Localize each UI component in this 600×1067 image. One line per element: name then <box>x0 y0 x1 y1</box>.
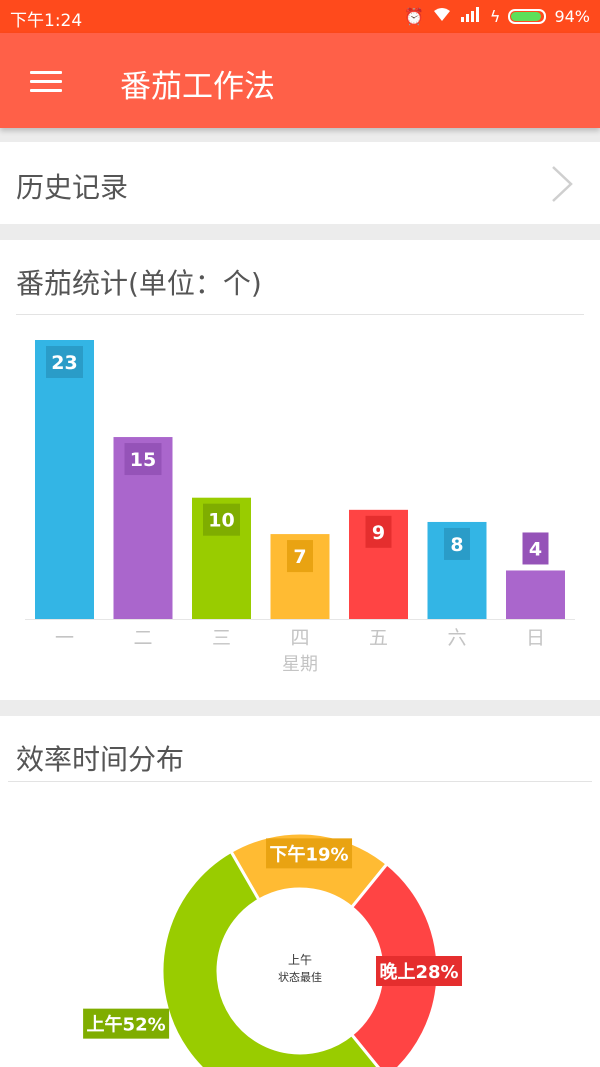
donut-label-1: 下午19% <box>269 843 348 865</box>
bar-value-label-5: 9 <box>372 522 385 544</box>
bar-value-label-7: 4 <box>529 538 542 560</box>
x-tick-label-3: 三 <box>212 627 231 649</box>
donut-center-line-1: 上午 <box>288 953 312 967</box>
bar-value-label-2: 15 <box>130 449 156 471</box>
status-time: 下午1:24 <box>10 11 83 31</box>
bar-value-label-6: 8 <box>450 534 463 556</box>
alarm-icon: ⏰ <box>403 6 424 26</box>
status-bar: 下午1:24 ⏰ ϟ 94% <box>0 0 600 33</box>
bar-1 <box>35 340 94 619</box>
x-tick-label-5: 五 <box>369 627 388 649</box>
tomato-stats-card: 番茄统计(单位：个) 23 一 15 二 10 三 7 四 9 五 8 六 4 日星期 <box>0 240 600 700</box>
charging-icon: ϟ <box>489 6 501 26</box>
weekly-bar-chart: 23 一 15 二 10 三 7 四 9 五 8 六 4 日星期 <box>25 340 575 675</box>
donut-label-2: 晚上28% <box>379 961 458 983</box>
x-tick-label-7: 日 <box>526 627 545 649</box>
x-axis-title: 星期 <box>282 654 318 675</box>
x-tick-label-6: 六 <box>447 627 466 649</box>
efficiency-card: 效率时间分布 下午19% 晚上28% 上午52% 上午 状态最佳 <box>0 716 600 1067</box>
bar-value-label-1: 23 <box>51 352 77 374</box>
battery-percent: 94% <box>554 6 590 26</box>
x-tick-label-4: 四 <box>290 627 309 649</box>
battery-icon <box>508 8 547 24</box>
bar-value-label-3: 10 <box>208 510 234 532</box>
history-label: 历史记录 <box>16 171 129 204</box>
hamburger-menu-icon[interactable] <box>30 69 64 93</box>
bar-7 <box>506 570 565 619</box>
signal-icon <box>460 6 482 26</box>
donut-center-line-2: 状态最佳 <box>278 970 322 984</box>
status-icons: ⏰ ϟ 94% <box>404 6 590 26</box>
efficiency-donut-chart: 下午19% 晚上28% 上午52% 上午状态最佳 <box>83 831 462 1067</box>
app-title: 番茄工作法 <box>120 69 275 105</box>
x-tick-label-2: 二 <box>133 627 152 649</box>
history-row[interactable]: 历史记录 <box>0 142 600 224</box>
chevron-right-icon <box>552 166 573 202</box>
donut-label-3: 上午52% <box>87 1014 166 1036</box>
wifi-icon <box>432 6 452 26</box>
x-tick-label-1: 一 <box>55 627 74 649</box>
bar-value-label-4: 7 <box>293 546 306 568</box>
app-bar: 番茄工作法 <box>0 33 600 128</box>
